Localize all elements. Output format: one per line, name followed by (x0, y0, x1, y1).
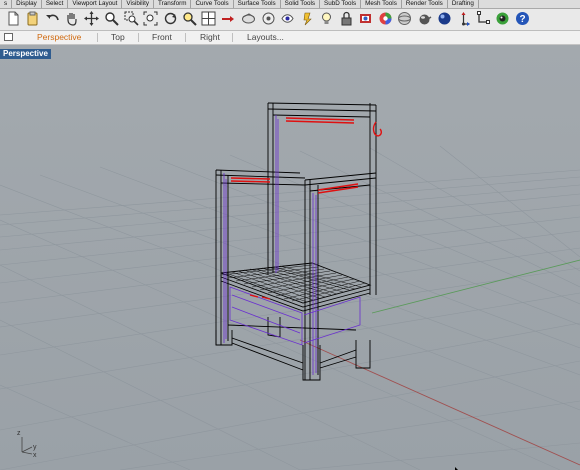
zoom-selected-icon[interactable] (182, 11, 197, 26)
lock-icon[interactable] (339, 11, 354, 26)
ribbon-tab-subd-tools[interactable]: SubD Tools (320, 0, 362, 8)
ribbon-tab-solid-tools[interactable]: Solid Tools (281, 0, 321, 8)
ribbon-tab-render-tools[interactable]: Render Tools (402, 0, 448, 8)
lightbulb-icon[interactable] (319, 11, 334, 26)
sphere-render-icon[interactable] (397, 11, 412, 26)
move-icon[interactable] (84, 11, 99, 26)
viewport-menu-icon[interactable] (4, 33, 13, 41)
ribbon-tab-drafting[interactable]: Drafting (448, 0, 479, 8)
help-icon[interactable]: ? (515, 11, 530, 26)
tab-right[interactable]: Right (200, 32, 220, 43)
undo-icon[interactable] (45, 11, 60, 26)
osnap-icon[interactable] (476, 11, 491, 26)
ribbon-tab[interactable]: s (0, 0, 13, 8)
ribbon-tab-mesh-tools[interactable]: Mesh Tools (361, 0, 402, 8)
tab-perspective[interactable]: Perspective (37, 32, 81, 43)
axis-z-label: z (17, 430, 21, 437)
axis-y-label: y (33, 444, 37, 451)
ribbon-tab-curve-tools[interactable]: Curve Tools (191, 0, 234, 8)
y-axis-line (371, 259, 580, 314)
world-axis-gizmo (21, 437, 33, 455)
viewport-tabs: Perspective Top Front Right Layouts... (0, 31, 580, 45)
ribbon-tab-viewport-layout[interactable]: Viewport Layout (68, 0, 123, 8)
main-toolbar: ? (0, 9, 580, 31)
svg-text:?: ? (519, 14, 525, 25)
x-axis-line (299, 339, 580, 466)
viewport-title-label[interactable]: Perspective (0, 49, 51, 59)
ribbon-tab-surface-tools[interactable]: Surface Tools (234, 0, 281, 8)
options-icon[interactable] (221, 11, 236, 26)
tab-separator (185, 33, 186, 42)
zoom-window-icon[interactable] (124, 11, 139, 26)
inner-drawer-wires (223, 115, 361, 375)
construction-grid (0, 145, 580, 470)
tab-separator (97, 33, 98, 42)
zoom-extents-icon[interactable] (143, 11, 158, 26)
ribbon-tab-visibility[interactable]: Visibility (122, 0, 155, 8)
select-icon[interactable] (241, 11, 256, 26)
ribbon-tab-select[interactable]: Select (42, 0, 69, 8)
tab-layouts[interactable]: Layouts... (247, 32, 284, 43)
hide-icon[interactable] (261, 11, 276, 26)
selected-hooks (230, 117, 382, 300)
tab-separator (138, 33, 139, 42)
pan-icon[interactable] (64, 11, 79, 26)
clipboard-icon[interactable] (25, 11, 40, 26)
hall-stand-wireframe (215, 102, 377, 381)
ribbon-tabs: s Display Select Viewport Layout Visibility T… (0, 0, 580, 9)
tab-top[interactable]: Top (111, 32, 125, 43)
viewport-scene[interactable]: z y x (0, 45, 580, 470)
material-icon[interactable] (495, 11, 510, 26)
four-viewports-icon[interactable] (201, 11, 216, 26)
ribbon-tab-display[interactable]: Display (12, 0, 42, 8)
zoom-icon[interactable] (104, 11, 119, 26)
axis-x-label: x (33, 452, 37, 459)
tab-front[interactable]: Front (152, 32, 172, 43)
tab-separator (232, 33, 233, 42)
color-wheel-icon[interactable] (378, 11, 393, 26)
new-icon[interactable] (6, 11, 21, 26)
show-icon[interactable] (280, 11, 295, 26)
sphere-shaded-icon[interactable] (437, 11, 452, 26)
ribbon-tab-transform[interactable]: Transform (154, 0, 192, 8)
rotate-view-icon[interactable] (163, 11, 178, 26)
teapot-icon[interactable] (417, 11, 432, 26)
light-icon[interactable] (300, 11, 315, 26)
gumball-icon[interactable] (456, 11, 471, 26)
layer-icon[interactable] (358, 11, 373, 26)
